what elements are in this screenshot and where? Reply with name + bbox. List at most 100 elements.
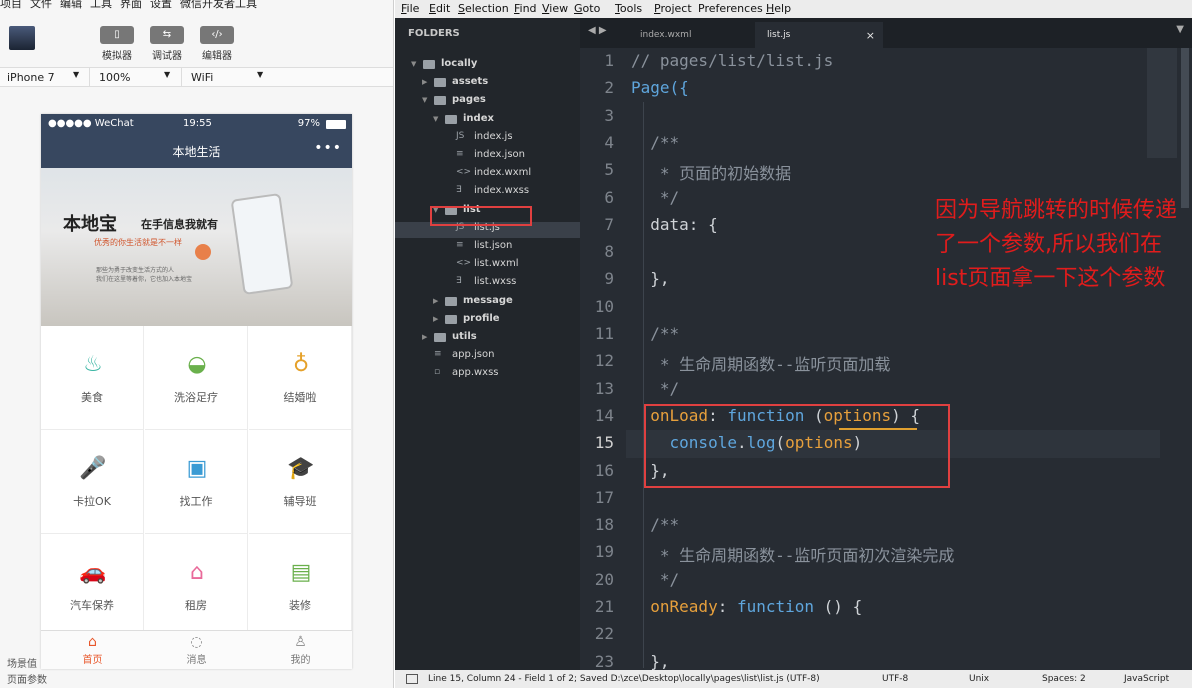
encoding[interactable]: UTF-8 (882, 674, 908, 684)
phone-simulator: ●●●●● WeChat 19:55 97% 本地生活 ••• 本地宝 在手信息… (41, 114, 352, 669)
grid-item-label: 租房 (185, 599, 207, 612)
code-line[interactable]: }, (631, 269, 669, 288)
tree-item-app-json[interactable]: ≡ app.json (395, 349, 580, 365)
menu-item-edit[interactable]: Edit (429, 2, 450, 15)
tree-item-index[interactable]: ▼ index (395, 113, 580, 129)
grid-item[interactable]: 🎤 卡拉OK (41, 430, 144, 534)
code-line[interactable]: }, (631, 652, 669, 671)
tree-item-index-js[interactable]: JS index.js (395, 131, 580, 147)
grid-item-label: 汽车保养 (70, 599, 114, 612)
chevron-right-icon[interactable]: ▶ (422, 333, 427, 341)
grid-item[interactable]: ♨ 美食 (41, 326, 144, 430)
tree-item-label: locally (441, 58, 478, 69)
close-icon[interactable]: × (866, 29, 875, 42)
menu-item[interactable]: 项目 (0, 0, 22, 10)
chevron-down-icon[interactable]: ▼ (411, 60, 416, 68)
menu-item-view[interactable]: View (542, 2, 568, 15)
tree-item-list-wxml[interactable]: <> list.wxml (395, 258, 580, 274)
grid-item[interactable]: 🚗 汽车保养 (41, 534, 144, 638)
chevron-down-icon[interactable]: ▼ (1176, 24, 1184, 35)
line-number: 9 (604, 269, 614, 289)
grid-item[interactable]: ◒ 洗浴足疗 (145, 326, 248, 430)
grid-item[interactable]: 🎓 辅导班 (249, 430, 352, 534)
menu-item[interactable]: 微信开发者工具 (180, 0, 257, 10)
line-number: 6 (604, 187, 614, 207)
code-line[interactable]: * 生命周期函数--监听页面加载 (631, 351, 891, 375)
menu-item[interactable]: 界面 (120, 0, 142, 10)
chevron-down-icon[interactable]: ▼ (422, 96, 427, 104)
grid-item[interactable]: ⌂ 租房 (145, 534, 248, 638)
menu-item[interactable]: 设置 (150, 0, 172, 10)
syntax-mode[interactable]: JavaScript (1124, 674, 1169, 684)
indentation[interactable]: Spaces: 2 (1042, 674, 1086, 684)
zoom-select[interactable]: 100% (99, 71, 130, 84)
device-select[interactable]: iPhone 7 (7, 71, 55, 84)
minimap[interactable] (1147, 48, 1177, 158)
tree-item-index-json[interactable]: ≡ index.json (395, 149, 580, 165)
tab-message[interactable]: ◌ 消息 (145, 631, 248, 666)
tree-item-profile[interactable]: ▶ profile (395, 313, 580, 329)
menu-item[interactable]: 文件 (30, 0, 52, 10)
code-line[interactable]: * 页面的初始数据 (631, 160, 791, 184)
panel-toggle-icon[interactable] (406, 674, 418, 684)
more-menu-icon[interactable]: ••• (314, 140, 342, 156)
network-select[interactable]: WiFi (191, 71, 213, 84)
chevron-right-icon[interactable]: ▶ (433, 315, 438, 323)
code-line[interactable]: Page({ (631, 78, 689, 97)
chevron-right-icon[interactable]: ▶ (422, 78, 427, 86)
line-number: 17 (594, 487, 614, 507)
grid-item[interactable]: ▤ 装修 (249, 534, 352, 638)
code-line[interactable]: onReady: function () { (631, 597, 862, 616)
line-number: 4 (604, 132, 614, 152)
code-line[interactable]: /** (631, 133, 679, 152)
tree-item-index-wxss[interactable]: ∃ index.wxss (395, 185, 580, 201)
tab-list-js[interactable]: list.js × (755, 22, 883, 48)
tree-item-index-wxml[interactable]: <> index.wxml (395, 167, 580, 183)
grid-item[interactable]: ▣ 找工作 (145, 430, 248, 534)
tab-user[interactable]: ♙ 我的 (249, 631, 352, 666)
avatar[interactable] (9, 26, 35, 50)
tree-item-message[interactable]: ▶ message (395, 295, 580, 311)
code-line[interactable]: */ (631, 188, 679, 207)
debugger-button[interactable]: ⇆ 调试器 (149, 26, 185, 62)
code-line[interactable]: /** (631, 324, 679, 343)
tree-item-utils[interactable]: ▶ utils (395, 331, 580, 347)
simulator-button[interactable]: ▯ 模拟器 (99, 26, 135, 62)
menu-item-file[interactable]: File (401, 2, 419, 15)
menu-item-project[interactable]: Project (654, 2, 692, 15)
menu-item-find[interactable]: Find (514, 2, 537, 15)
menu-item-selection[interactable]: Selection (458, 2, 509, 15)
tab-nav-arrows[interactable]: ◀ ▶ (588, 25, 607, 36)
line-endings[interactable]: Unix (969, 674, 989, 684)
tree-item-app-wxss[interactable]: ▫ app.wxss (395, 367, 580, 383)
devtools-menubar: 项目 文件 编辑 工具 界面 设置 微信开发者工具 (0, 0, 265, 11)
menu-item[interactable]: 工具 (90, 0, 112, 10)
code-line[interactable]: /** (631, 515, 679, 534)
scrollbar[interactable] (1181, 48, 1189, 208)
grid-item[interactable]: ♁ 结婚啦 (249, 326, 352, 430)
menu-item[interactable]: 编辑 (60, 0, 82, 10)
tree-item-assets[interactable]: ▶ assets (395, 76, 580, 92)
tab-index-wxml[interactable]: index.wxml (628, 22, 748, 48)
code-line[interactable]: */ (631, 570, 679, 589)
tree-item-list-wxss[interactable]: ∃ list.wxss (395, 276, 580, 292)
chevron-right-icon[interactable]: ▶ (433, 297, 438, 305)
menu-item-help[interactable]: Help (766, 2, 791, 15)
editor-button[interactable]: ‹/› 编辑器 (199, 26, 235, 62)
tab-home[interactable]: ⌂ 首页 (41, 631, 144, 666)
food-cover-icon: ♨ (83, 352, 103, 377)
tree-item-locally[interactable]: ▼ locally (395, 58, 580, 74)
banner-image[interactable]: 本地宝 在手信息我就有 优秀的你生活就是不一样 那些为勇于改变生活方式的人 我们在… (41, 168, 352, 326)
tree-item-pages[interactable]: ▼ pages (395, 94, 580, 110)
code-line[interactable]: */ (631, 379, 679, 398)
menu-item-preferences[interactable]: Preferences (698, 2, 763, 15)
code-line[interactable]: data: { (631, 215, 717, 234)
tree-item-list-json[interactable]: ≡ list.json (395, 240, 580, 256)
carrier-text: ●●●●● WeChat (48, 118, 134, 129)
menu-item-goto[interactable]: Goto (574, 2, 600, 15)
chevron-down-icon[interactable]: ▼ (433, 115, 438, 123)
folder-icon (434, 333, 446, 342)
menu-item-tools[interactable]: Tools (615, 2, 642, 15)
code-line[interactable]: * 生命周期函数--监听页面初次渲染完成 (631, 542, 955, 566)
code-line[interactable]: // pages/list/list.js (631, 51, 833, 70)
